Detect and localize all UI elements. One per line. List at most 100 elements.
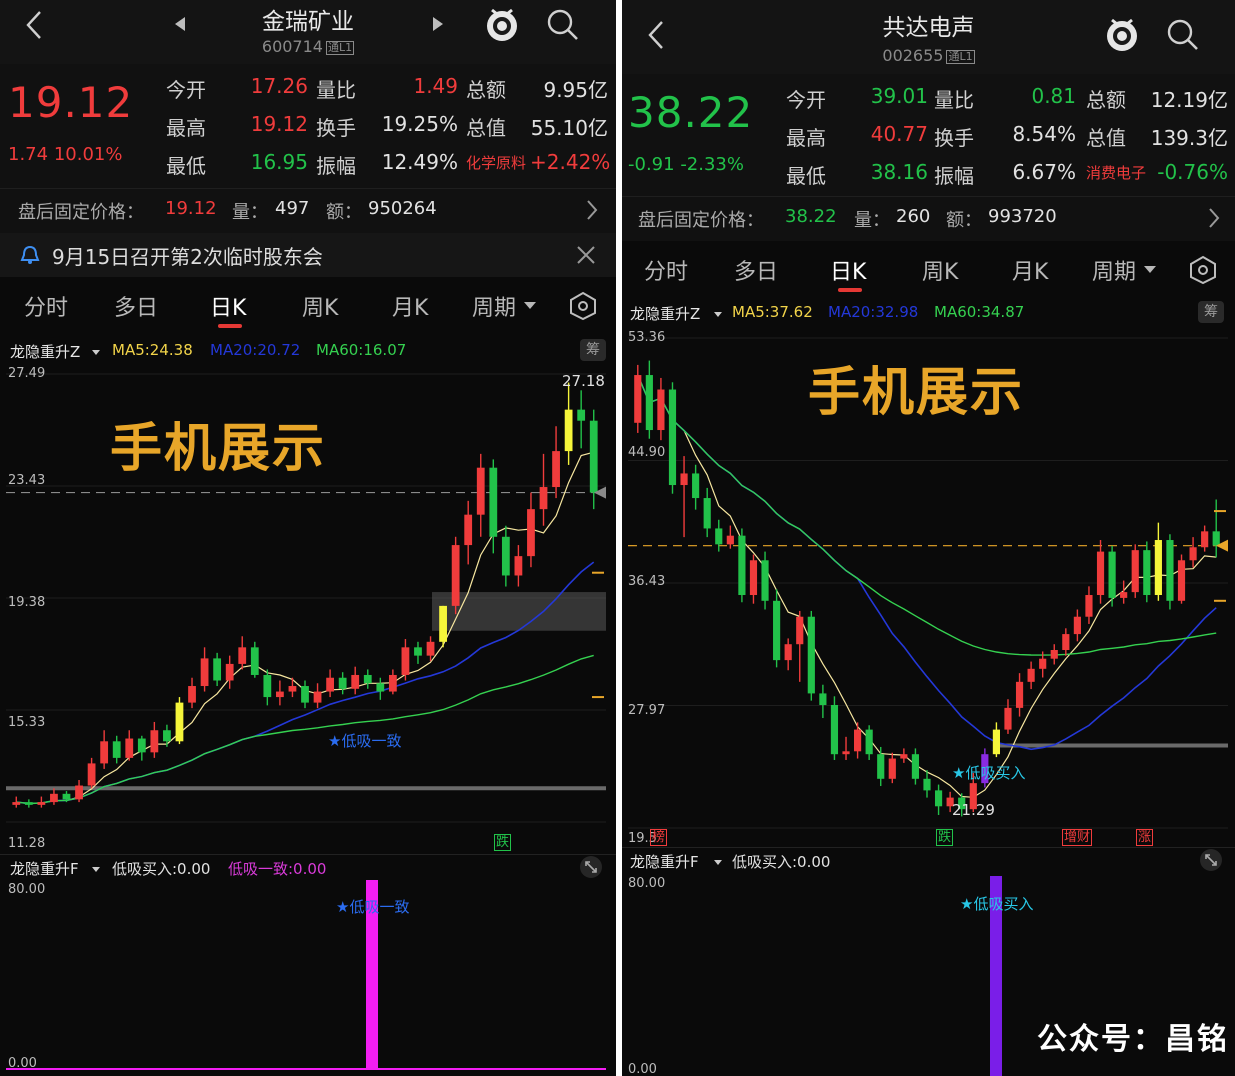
tab-period[interactable]: 周期 — [1092, 254, 1136, 286]
after-hours-vol-label: 量： — [854, 210, 890, 231]
close-icon[interactable] — [576, 245, 596, 265]
candle-body — [738, 535, 746, 596]
expand-icon[interactable] — [1198, 848, 1224, 872]
watermark-text: 手机展示 — [110, 419, 327, 479]
volume-ratio-label: 量比 — [316, 78, 356, 102]
sector-name[interactable]: 化学原料 — [466, 152, 526, 173]
tab-period[interactable]: 周期 — [472, 290, 516, 322]
market-cap-value: 55.10亿 — [530, 116, 608, 140]
assistant-icon[interactable] — [484, 6, 520, 42]
turnover-value: 8.54% — [1012, 122, 1076, 146]
amount-label: 总额 — [1086, 88, 1126, 112]
event-mark[interactable]: 榜 — [650, 829, 668, 846]
chip-distribution-button[interactable]: 筹 — [1198, 301, 1224, 323]
bell-icon — [20, 245, 40, 264]
sub-indicator-dropdown-icon[interactable] — [92, 867, 100, 873]
candle-body — [761, 560, 769, 601]
period-tabs: 分时 多日 日K 周K 月K 周期 — [622, 242, 1235, 298]
tab-weekly-k[interactable]: 周K — [922, 254, 958, 286]
period-tabs: 分时 多日 日K 周K 月K 周期 — [0, 278, 616, 334]
search-icon[interactable] — [1166, 18, 1200, 52]
open-value: 39.01 — [870, 84, 928, 108]
tab-monthly-k[interactable]: 月K — [1012, 254, 1048, 286]
candle-body — [807, 616, 815, 694]
after-hours-bar[interactable]: 盘后固定价格： 38.22 量： 260 额： 993720 — [622, 196, 1235, 241]
sub-indicator-name[interactable]: 龙隐重升F — [630, 851, 699, 872]
tab-monthly-k[interactable]: 月K — [392, 290, 428, 322]
price-change: -0.91 -2.33% — [628, 154, 744, 175]
event-mark[interactable]: 跌 — [494, 834, 512, 851]
buy-signal-label: ★低吸买入 — [952, 764, 1026, 782]
sub-indicator-name[interactable]: 龙隐重升F — [10, 858, 79, 879]
sector-name[interactable]: 消费电子 — [1086, 162, 1146, 183]
after-hours-label: 盘后固定价格： — [638, 210, 764, 231]
tab-multi-day[interactable]: 多日 — [114, 290, 158, 322]
chip-distribution-button[interactable]: 筹 — [580, 339, 606, 361]
tab-multi-day[interactable]: 多日 — [734, 254, 778, 286]
turnover-label: 换手 — [316, 116, 356, 140]
indicator-name[interactable]: 龙隐重升Z — [10, 341, 80, 362]
candle-body — [992, 729, 1000, 755]
header-bar: 共达电声 002655 通L1 — [622, 0, 1235, 74]
candle-body — [680, 473, 688, 486]
after-hours-vol: 260 — [896, 206, 931, 227]
candle-body — [784, 644, 792, 661]
event-mark[interactable]: 跌 — [936, 829, 954, 846]
price-change: 1.74 10.01% — [8, 144, 122, 165]
candle-body — [1096, 551, 1105, 596]
buy-signal-label: ★低吸一致 — [328, 732, 402, 750]
quote-panel: 38.22 -0.91 -2.33% 今开 39.01 最高 40.77 最低 … — [622, 74, 1235, 196]
candle-body — [238, 647, 247, 664]
sub-indicator-dropdown-icon[interactable] — [714, 860, 722, 866]
y-axis-tick: 27.97 — [628, 703, 666, 718]
event-mark[interactable]: 涨 — [1136, 829, 1154, 846]
candle-body — [1085, 595, 1093, 617]
after-hours-vol-label: 量： — [232, 202, 268, 223]
notice-bar[interactable]: 9月15日召开第2次临时股东会 — [0, 233, 616, 277]
sector-change: -0.76% — [1157, 160, 1228, 184]
amount-value: 12.19亿 — [1150, 88, 1228, 112]
candle-body — [37, 802, 46, 805]
after-hours-bar[interactable]: 盘后固定价格： 19.12 量： 497 额： 950264 — [0, 188, 616, 233]
change-percent: -2.33% — [680, 154, 744, 175]
settings-hexagon-icon[interactable] — [1189, 255, 1217, 285]
indicator-name[interactable]: 龙隐重升Z — [630, 303, 700, 324]
next-stock-icon[interactable] — [432, 16, 444, 32]
tab-daily-k[interactable]: 日K — [210, 290, 246, 322]
assistant-icon[interactable] — [1104, 16, 1140, 52]
candle-body — [1062, 634, 1070, 651]
amount-value: 9.95亿 — [543, 78, 608, 102]
candle-body — [276, 691, 284, 698]
stock-code: 002655 通L1 — [622, 46, 1235, 65]
candle-body — [1131, 550, 1139, 593]
right-stock-screen: 共达电声 002655 通L1 38.22 -0.91 -2.33% 今开 39.… — [622, 0, 1235, 1076]
y-axis-tick: 36.43 — [628, 574, 666, 589]
ma5-value: MA5:24.38 — [112, 341, 193, 359]
header-bar: 金瑞矿业 600714 通L1 — [0, 0, 616, 64]
candle-body — [263, 674, 272, 698]
tab-daily-k[interactable]: 日K — [830, 254, 866, 286]
low-value: 16.95 — [250, 150, 308, 174]
candle-body — [796, 616, 804, 645]
candle-body — [1015, 681, 1024, 708]
chevron-right-icon — [1209, 208, 1220, 228]
tab-intraday[interactable]: 分时 — [24, 290, 68, 322]
high-value: 19.12 — [250, 112, 308, 136]
amount-label: 总额 — [466, 78, 506, 102]
expand-icon[interactable] — [578, 855, 604, 879]
notice-text: 9月15日召开第2次临时股东会 — [52, 245, 323, 269]
after-hours-label: 盘后固定价格： — [18, 202, 144, 223]
candle-body — [692, 473, 700, 499]
event-mark[interactable]: 增财 — [1062, 829, 1093, 846]
candle-body — [62, 793, 71, 800]
indicator-dropdown-icon[interactable] — [92, 350, 100, 356]
stock-code-text: 600714 — [261, 37, 323, 56]
y-axis-min: 11.28 — [8, 836, 46, 851]
indicator-dropdown-icon[interactable] — [714, 312, 722, 318]
candle-body — [1212, 531, 1220, 546]
search-icon[interactable] — [546, 8, 580, 42]
tab-intraday[interactable]: 分时 — [644, 254, 688, 286]
tab-weekly-k[interactable]: 周K — [302, 290, 338, 322]
settings-hexagon-icon[interactable] — [569, 291, 597, 321]
chevron-right-icon — [587, 200, 598, 220]
